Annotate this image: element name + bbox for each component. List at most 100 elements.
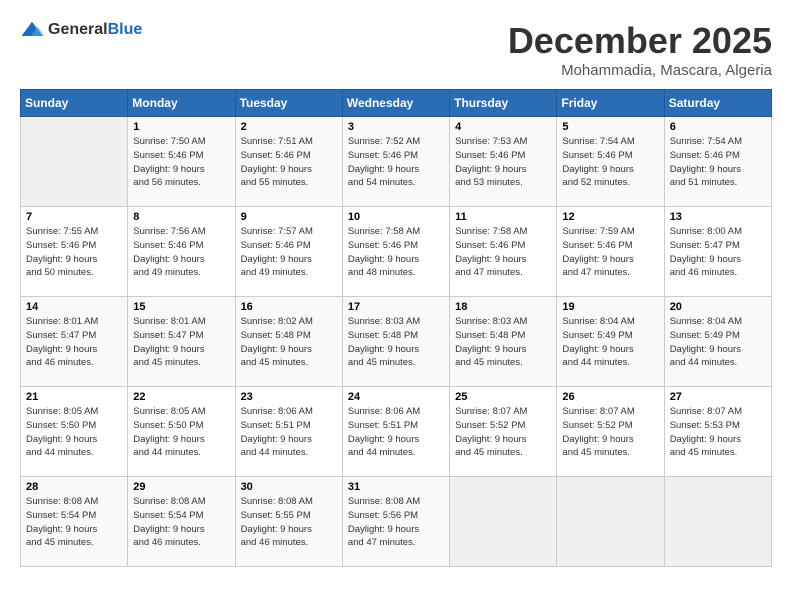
cell-content: Sunrise: 8:08 AMSunset: 5:54 PMDaylight:… (133, 495, 229, 550)
cell-content: Sunrise: 8:08 AMSunset: 5:54 PMDaylight:… (26, 495, 122, 550)
cell-content: Sunrise: 7:54 AMSunset: 5:46 PMDaylight:… (562, 135, 658, 190)
logo-blue: Blue (108, 21, 143, 38)
calendar-cell: 31Sunrise: 8:08 AMSunset: 5:56 PMDayligh… (342, 477, 449, 567)
day-number: 12 (562, 211, 658, 223)
calendar-week-row: 1Sunrise: 7:50 AMSunset: 5:46 PMDaylight… (21, 117, 772, 207)
calendar-table: SundayMondayTuesdayWednesdayThursdayFrid… (20, 89, 772, 567)
calendar-cell: 22 Sunrise: 8:05 AMSunset: 5:50 PMDayligh… (128, 387, 235, 477)
cell-content: Sunrise: 8:01 AMSunset: 5:47 PMDaylight:… (133, 315, 229, 370)
calendar-cell: 25 Sunrise: 8:07 AMSunset: 5:52 PMDayligh… (450, 387, 557, 477)
day-number: 20 (670, 301, 766, 313)
logo-general: General (48, 21, 108, 38)
day-number: 15 (133, 301, 229, 313)
calendar-cell: 26 Sunrise: 8:07 AMSunset: 5:52 PMDayligh… (557, 387, 664, 477)
col-header-thursday: Thursday (450, 90, 557, 117)
day-number: 27 (670, 391, 766, 403)
calendar-cell: 14 Sunrise: 8:01 AMSunset: 5:47 PMDayligh… (21, 297, 128, 387)
cell-content: Sunrise: 7:50 AMSunset: 5:46 PMDaylight:… (133, 135, 229, 190)
calendar-header-row: SundayMondayTuesdayWednesdayThursdayFrid… (21, 90, 772, 117)
col-header-sunday: Sunday (21, 90, 128, 117)
col-header-wednesday: Wednesday (342, 90, 449, 117)
day-number: 25 (455, 391, 551, 403)
calendar-cell: 15 Sunrise: 8:01 AMSunset: 5:47 PMDayligh… (128, 297, 235, 387)
cell-content: Sunrise: 8:05 AMSunset: 5:50 PMDaylight:… (26, 405, 122, 460)
calendar-cell (557, 477, 664, 567)
calendar-week-row: 7 Sunrise: 7:55 AMSunset: 5:46 PMDaylight… (21, 207, 772, 297)
cell-content: Sunrise: 8:07 AMSunset: 5:52 PMDaylight:… (562, 405, 658, 460)
calendar-cell: 17Sunrise: 8:03 AMSunset: 5:48 PMDayligh… (342, 297, 449, 387)
calendar-cell: 30 Sunrise: 8:08 AMSunset: 5:55 PMDayligh… (235, 477, 342, 567)
location-subtitle: Mohammadia, Mascara, Algeria (508, 62, 772, 79)
calendar-cell (21, 117, 128, 207)
calendar-cell: 12 Sunrise: 7:59 AMSunset: 5:46 PMDayligh… (557, 207, 664, 297)
title-block: December 2025 Mohammadia, Mascara, Alger… (508, 20, 772, 79)
day-number: 6 (670, 121, 766, 133)
cell-content: Sunrise: 8:02 AMSunset: 5:48 PMDaylight:… (241, 315, 337, 370)
day-number: 18 (455, 301, 551, 313)
cell-content: Sunrise: 7:57 AMSunset: 5:46 PMDaylight:… (241, 225, 337, 280)
calendar-cell: 8 Sunrise: 7:56 AMSunset: 5:46 PMDaylight… (128, 207, 235, 297)
day-number: 29 (133, 481, 229, 493)
logo-icon (20, 20, 44, 40)
cell-content: Sunrise: 7:59 AMSunset: 5:46 PMDaylight:… (562, 225, 658, 280)
day-number: 26 (562, 391, 658, 403)
cell-content: Sunrise: 7:56 AMSunset: 5:46 PMDaylight:… (133, 225, 229, 280)
cell-content: Sunrise: 8:06 AMSunset: 5:51 PMDaylight:… (348, 405, 444, 460)
day-number: 9 (241, 211, 337, 223)
calendar-cell: 21 Sunrise: 8:05 AMSunset: 5:50 PMDayligh… (21, 387, 128, 477)
cell-content: Sunrise: 7:51 AMSunset: 5:46 PMDaylight:… (241, 135, 337, 190)
cell-content: Sunrise: 7:55 AMSunset: 5:46 PMDaylight:… (26, 225, 122, 280)
calendar-cell: 10Sunrise: 7:58 AMSunset: 5:46 PMDayligh… (342, 207, 449, 297)
cell-content: Sunrise: 7:52 AMSunset: 5:46 PMDaylight:… (348, 135, 444, 190)
day-number: 17 (348, 301, 444, 313)
day-number: 30 (241, 481, 337, 493)
calendar-week-row: 14 Sunrise: 8:01 AMSunset: 5:47 PMDayligh… (21, 297, 772, 387)
calendar-cell: 24 Sunrise: 8:06 AMSunset: 5:51 PMDayligh… (342, 387, 449, 477)
calendar-cell (664, 477, 771, 567)
cell-content: Sunrise: 8:03 AMSunset: 5:48 PMDaylight:… (455, 315, 551, 370)
calendar-week-row: 21 Sunrise: 8:05 AMSunset: 5:50 PMDayligh… (21, 387, 772, 477)
day-number: 4 (455, 121, 551, 133)
calendar-cell: 18 Sunrise: 8:03 AMSunset: 5:48 PMDayligh… (450, 297, 557, 387)
cell-content: Sunrise: 8:05 AMSunset: 5:50 PMDaylight:… (133, 405, 229, 460)
page-header: GeneralBlue December 2025 Mohammadia, Ma… (20, 20, 772, 79)
cell-content: Sunrise: 8:00 AMSunset: 5:47 PMDaylight:… (670, 225, 766, 280)
calendar-cell: 11Sunrise: 7:58 AMSunset: 5:46 PMDayligh… (450, 207, 557, 297)
day-number: 13 (670, 211, 766, 223)
col-header-tuesday: Tuesday (235, 90, 342, 117)
day-number: 2 (241, 121, 337, 133)
cell-content: Sunrise: 7:53 AMSunset: 5:46 PMDaylight:… (455, 135, 551, 190)
cell-content: Sunrise: 8:06 AMSunset: 5:51 PMDaylight:… (241, 405, 337, 460)
calendar-week-row: 28Sunrise: 8:08 AMSunset: 5:54 PMDayligh… (21, 477, 772, 567)
calendar-cell (450, 477, 557, 567)
calendar-cell: 19Sunrise: 8:04 AMSunset: 5:49 PMDayligh… (557, 297, 664, 387)
cell-content: Sunrise: 7:58 AMSunset: 5:46 PMDaylight:… (348, 225, 444, 280)
calendar-cell: 29 Sunrise: 8:08 AMSunset: 5:54 PMDayligh… (128, 477, 235, 567)
day-number: 7 (26, 211, 122, 223)
day-number: 8 (133, 211, 229, 223)
calendar-cell: 27Sunrise: 8:07 AMSunset: 5:53 PMDayligh… (664, 387, 771, 477)
calendar-cell: 1Sunrise: 7:50 AMSunset: 5:46 PMDaylight… (128, 117, 235, 207)
cell-content: Sunrise: 8:08 AMSunset: 5:55 PMDaylight:… (241, 495, 337, 550)
day-number: 19 (562, 301, 658, 313)
cell-content: Sunrise: 8:07 AMSunset: 5:52 PMDaylight:… (455, 405, 551, 460)
calendar-cell: 23 Sunrise: 8:06 AMSunset: 5:51 PMDayligh… (235, 387, 342, 477)
day-number: 16 (241, 301, 337, 313)
day-number: 21 (26, 391, 122, 403)
cell-content: Sunrise: 7:54 AMSunset: 5:46 PMDaylight:… (670, 135, 766, 190)
calendar-cell: 13 Sunrise: 8:00 AMSunset: 5:47 PMDayligh… (664, 207, 771, 297)
cell-content: Sunrise: 8:08 AMSunset: 5:56 PMDaylight:… (348, 495, 444, 550)
calendar-cell: 5Sunrise: 7:54 AMSunset: 5:46 PMDaylight… (557, 117, 664, 207)
day-number: 14 (26, 301, 122, 313)
cell-content: Sunrise: 8:04 AMSunset: 5:49 PMDaylight:… (670, 315, 766, 370)
day-number: 3 (348, 121, 444, 133)
day-number: 22 (133, 391, 229, 403)
col-header-saturday: Saturday (664, 90, 771, 117)
calendar-cell: 20 Sunrise: 8:04 AMSunset: 5:49 PMDayligh… (664, 297, 771, 387)
day-number: 23 (241, 391, 337, 403)
col-header-monday: Monday (128, 90, 235, 117)
calendar-cell: 4 Sunrise: 7:53 AMSunset: 5:46 PMDaylight… (450, 117, 557, 207)
day-number: 24 (348, 391, 444, 403)
cell-content: Sunrise: 8:01 AMSunset: 5:47 PMDaylight:… (26, 315, 122, 370)
calendar-cell: 9 Sunrise: 7:57 AMSunset: 5:46 PMDaylight… (235, 207, 342, 297)
